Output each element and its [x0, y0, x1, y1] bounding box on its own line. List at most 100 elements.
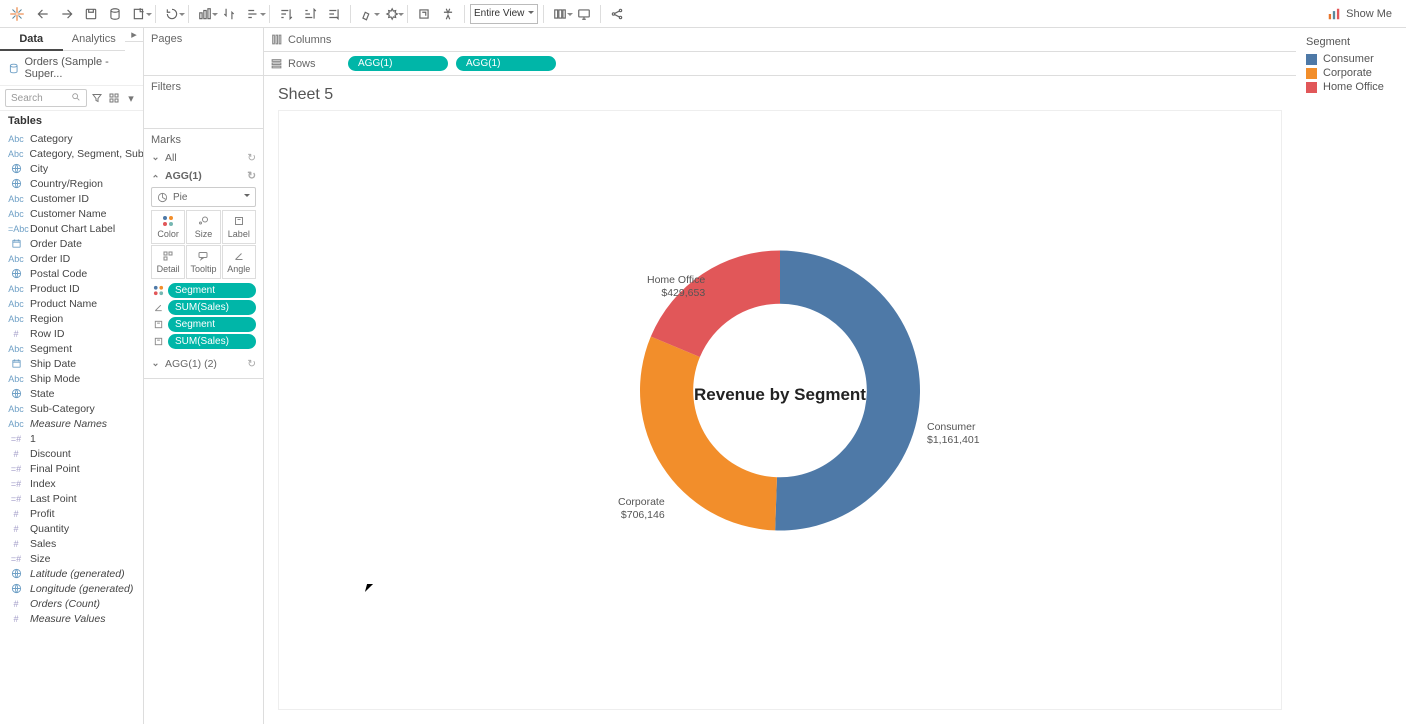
field-item[interactable]: AbcSub-Category [0, 401, 143, 416]
sort-asc-button[interactable] [275, 3, 297, 25]
mark-pill[interactable]: Segment [168, 317, 256, 332]
field-item[interactable]: #Row ID [0, 326, 143, 341]
field-type-icon: Abc [8, 299, 24, 309]
mark-angle-button[interactable]: Angle [222, 245, 256, 279]
field-item[interactable]: Longitude (generated) [0, 581, 143, 596]
field-item[interactable]: AbcProduct Name [0, 296, 143, 311]
share-button[interactable] [606, 3, 628, 25]
fit-mode-select[interactable]: Entire View [470, 4, 538, 24]
filter-fields-icon[interactable] [90, 91, 104, 105]
filters-shelf[interactable]: Filters [144, 76, 263, 129]
field-item[interactable]: =#Last Point [0, 491, 143, 506]
tab-analytics[interactable]: Analytics [63, 28, 126, 51]
rows-shelf[interactable]: Rows AGG(1) AGG(1) [264, 52, 1296, 76]
field-item[interactable]: =#Final Point [0, 461, 143, 476]
fix-axes-button[interactable] [437, 3, 459, 25]
totals-button[interactable] [323, 3, 345, 25]
field-item[interactable]: AbcCustomer Name [0, 206, 143, 221]
marks-all-row[interactable]: All ↻ [151, 149, 256, 167]
new-datasource-button[interactable] [104, 3, 126, 25]
field-item[interactable]: AbcProduct ID [0, 281, 143, 296]
field-item[interactable]: AbcCustomer ID [0, 191, 143, 206]
field-item[interactable]: =#Index [0, 476, 143, 491]
field-item[interactable]: AbcSegment [0, 341, 143, 356]
field-item[interactable]: Postal Code [0, 266, 143, 281]
sort-desc-button[interactable] [299, 3, 321, 25]
field-item[interactable]: #Measure Values [0, 611, 143, 626]
field-item[interactable]: AbcCategory, Segment, Sub-... [0, 146, 143, 161]
datasource-item[interactable]: Orders (Sample - Super... [0, 51, 143, 85]
undo-button[interactable] [32, 3, 54, 25]
legend-item[interactable]: Corporate [1306, 66, 1396, 80]
mark-pill[interactable]: Segment [168, 283, 256, 298]
sheet-title[interactable]: Sheet 5 [278, 86, 1282, 104]
highlight-button[interactable] [356, 3, 378, 25]
redo-button[interactable] [56, 3, 78, 25]
cycle-icon[interactable]: ↻ [247, 152, 256, 164]
field-item[interactable]: #Orders (Count) [0, 596, 143, 611]
new-worksheet-button[interactable] [128, 3, 150, 25]
field-item[interactable]: State [0, 386, 143, 401]
field-label: Customer Name [30, 208, 106, 220]
marks-all-label: All [165, 152, 177, 164]
fields-menu-icon[interactable]: ▾ [124, 91, 138, 105]
field-item[interactable]: City [0, 161, 143, 176]
marks-agg1-label: AGG(1) [165, 170, 202, 182]
mark-type-select[interactable]: Pie [151, 187, 256, 207]
view-toggle-icon[interactable] [107, 91, 121, 105]
donut-slice-home-office[interactable] [651, 251, 780, 358]
fit-mode-value: Entire View [474, 8, 524, 19]
field-item[interactable]: AbcRegion [0, 311, 143, 326]
mark-color-button[interactable]: Color [151, 210, 185, 244]
legend-swatch [1306, 54, 1317, 65]
row-pill-agg1-b[interactable]: AGG(1) [456, 56, 556, 71]
field-type-icon [8, 358, 24, 369]
search-input[interactable]: Search [5, 89, 87, 107]
mark-pill[interactable]: SUM(Sales) [168, 334, 256, 349]
legend-item[interactable]: Consumer [1306, 52, 1396, 66]
columns-shelf[interactable]: Columns [264, 28, 1296, 52]
swap-button[interactable] [194, 3, 216, 25]
mark-tooltip-button[interactable]: Tooltip [186, 245, 220, 279]
field-item[interactable]: Order Date [0, 236, 143, 251]
field-item[interactable]: AbcShip Mode [0, 371, 143, 386]
marks-agg1-2-row[interactable]: AGG(1) (2) ↻ [151, 355, 256, 373]
field-item[interactable]: Country/Region [0, 176, 143, 191]
mark-label-button[interactable]: Label [222, 210, 256, 244]
field-item[interactable]: AbcOrder ID [0, 251, 143, 266]
group-button[interactable] [380, 3, 402, 25]
field-label: State [30, 388, 55, 400]
field-type-icon: =# [8, 434, 24, 444]
tab-data[interactable]: Data [0, 28, 63, 51]
pages-shelf[interactable]: Pages [144, 28, 263, 76]
field-item[interactable]: AbcMeasure Names [0, 416, 143, 431]
sort-button[interactable] [242, 3, 264, 25]
cycle-icon[interactable]: ↻ [247, 358, 256, 370]
legend-item[interactable]: Home Office [1306, 80, 1396, 94]
cycle-icon[interactable]: ↻ [247, 170, 256, 182]
field-item[interactable]: #Sales [0, 536, 143, 551]
field-item[interactable]: =#1 [0, 431, 143, 446]
save-button[interactable] [80, 3, 102, 25]
show-cards-button[interactable] [549, 3, 571, 25]
chart-canvas[interactable]: Revenue by Segment Home Office $429,653 … [278, 110, 1282, 710]
show-me-button[interactable]: Show Me [1327, 7, 1392, 21]
mark-pill[interactable]: SUM(Sales) [168, 300, 256, 315]
field-item[interactable]: =#Size [0, 551, 143, 566]
show-labels-button[interactable] [413, 3, 435, 25]
marks-agg1-row[interactable]: AGG(1) ↻ [151, 167, 256, 185]
row-pill-agg1-a[interactable]: AGG(1) [348, 56, 448, 71]
field-item[interactable]: =AbcDonut Chart Label [0, 221, 143, 236]
mark-detail-button[interactable]: Detail [151, 245, 185, 279]
mark-size-button[interactable]: Size [186, 210, 220, 244]
field-item[interactable]: Latitude (generated) [0, 566, 143, 581]
field-item[interactable]: #Quantity [0, 521, 143, 536]
presentation-mode-button[interactable] [573, 3, 595, 25]
field-item[interactable]: Ship Date [0, 356, 143, 371]
clear-sheet-button[interactable] [161, 3, 183, 25]
field-item[interactable]: #Profit [0, 506, 143, 521]
field-item[interactable]: AbcCategory [0, 131, 143, 146]
swap-rows-columns-button[interactable] [218, 3, 240, 25]
field-item[interactable]: #Discount [0, 446, 143, 461]
data-pane-menu-icon[interactable]: ▸ [125, 28, 143, 42]
